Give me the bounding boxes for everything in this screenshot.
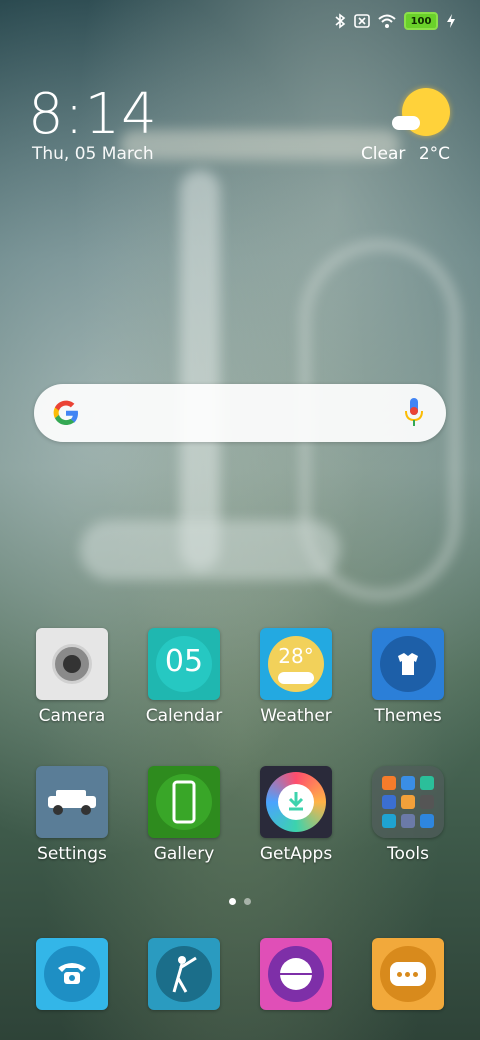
wallpaper-shape <box>180 170 220 570</box>
dock-messaging[interactable] <box>358 938 458 1010</box>
page-indicator <box>229 898 251 905</box>
sim-off-icon <box>354 14 370 28</box>
dock-phone[interactable] <box>22 938 122 1010</box>
calendar-icon: 05 <box>148 628 220 700</box>
wallpaper-shape <box>120 130 400 160</box>
app-getapps[interactable]: GetApps <box>246 766 346 864</box>
app-grid-row-1: Camera 05 Calendar 28° Weather Themes <box>0 628 480 726</box>
status-bar: 100 <box>334 8 456 34</box>
gallery-icon <box>148 766 220 838</box>
google-logo-icon <box>53 400 78 425</box>
app-calendar[interactable]: 05 Calendar <box>134 628 234 726</box>
getapps-icon <box>260 766 332 838</box>
app-label: Weather <box>260 706 332 726</box>
dock-cricket[interactable] <box>134 938 234 1010</box>
themes-icon <box>372 628 444 700</box>
dock-cricket-ball[interactable] <box>246 938 346 1010</box>
app-label: GetApps <box>259 844 333 864</box>
app-folder-tools[interactable]: Tools <box>358 766 458 864</box>
charging-icon <box>447 14 455 28</box>
app-label: Settings <box>37 844 107 864</box>
clock-time[interactable]: 8:14 <box>28 82 158 147</box>
app-label: Tools <box>387 844 429 864</box>
page-dot-1[interactable] <box>229 898 236 905</box>
app-weather[interactable]: 28° Weather <box>246 628 346 726</box>
app-label: Themes <box>374 706 442 726</box>
battery-icon: 100 <box>404 12 438 30</box>
mic-icon[interactable] <box>402 396 426 430</box>
weather-condition: Clear <box>360 144 406 164</box>
weather-temperature: 2°C <box>418 144 450 164</box>
app-camera[interactable]: Camera <box>22 628 122 726</box>
search-bar[interactable] <box>34 384 446 442</box>
camera-icon <box>36 628 108 700</box>
dock <box>0 938 480 1010</box>
clock-date[interactable]: Thu, 05 March <box>32 144 154 164</box>
cricket-ball-icon <box>260 938 332 1010</box>
app-themes[interactable]: Themes <box>358 628 458 726</box>
app-grid-row-2: Settings Gallery GetApps Tools <box>0 766 480 864</box>
page-dot-2[interactable] <box>244 898 251 905</box>
wifi-icon <box>378 14 396 28</box>
app-settings[interactable]: Settings <box>22 766 122 864</box>
bluetooth-icon <box>335 13 346 29</box>
app-gallery[interactable]: Gallery <box>134 766 234 864</box>
calendar-day: 05 <box>164 644 204 679</box>
weather-app-temp: 28° <box>278 644 314 668</box>
app-label: Camera <box>38 706 106 726</box>
cloud-icon <box>392 116 420 130</box>
weather-app-icon: 28° <box>260 628 332 700</box>
settings-icon <box>36 766 108 838</box>
cricket-icon <box>148 938 220 1010</box>
weather-summary[interactable]: Clear 2°C <box>361 144 450 164</box>
messaging-icon <box>372 938 444 1010</box>
folder-icon <box>372 766 444 838</box>
app-label: Calendar <box>145 706 223 726</box>
app-label: Gallery <box>153 844 215 864</box>
phone-icon <box>36 938 108 1010</box>
